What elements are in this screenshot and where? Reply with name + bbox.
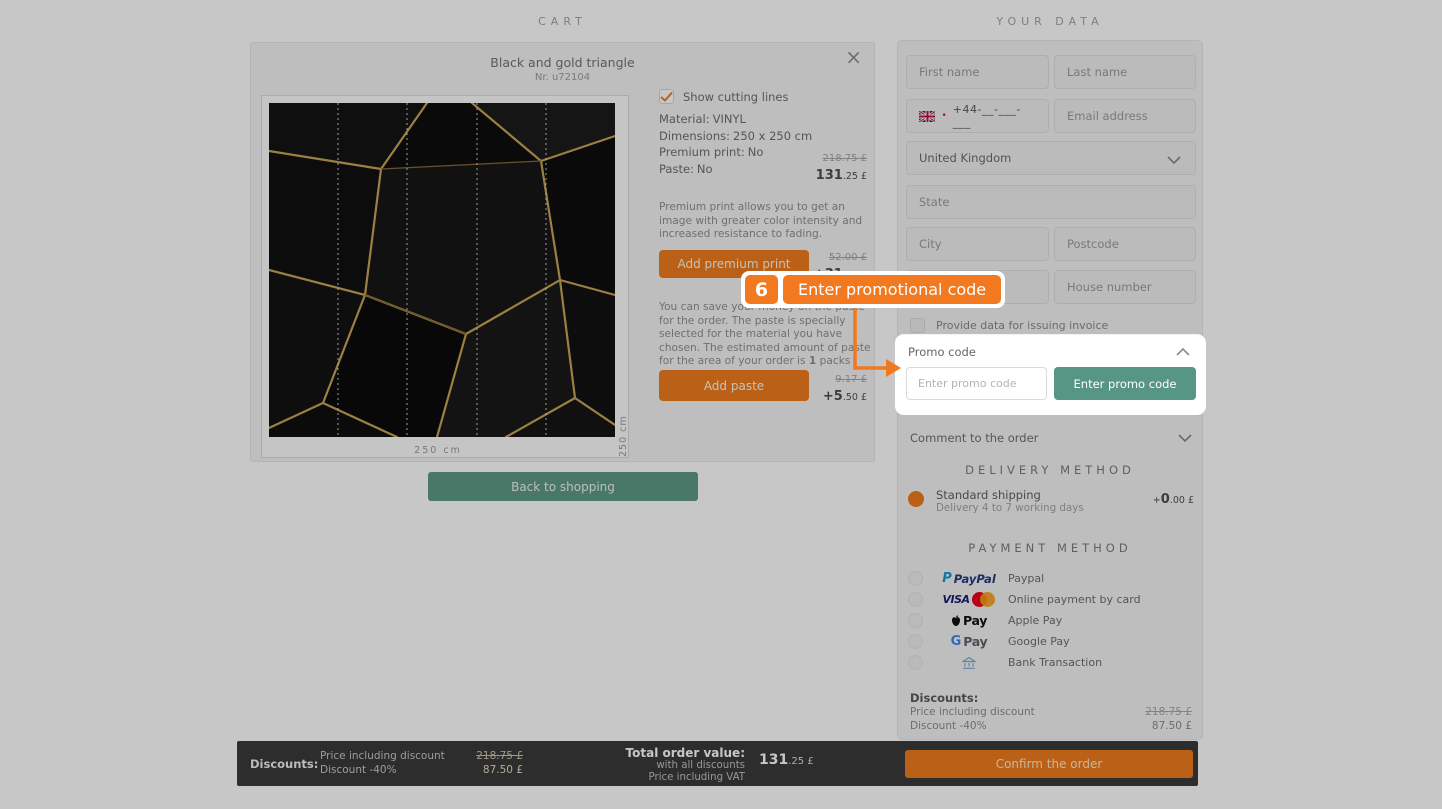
discounts-title: Discounts: [910, 691, 1192, 705]
radio-button[interactable] [908, 592, 923, 607]
cart-panel: × Black and gold triangle Nr. u72104 [250, 42, 875, 462]
enter-promo-code-button[interactable]: Enter promo code [1054, 367, 1196, 400]
item-new-price: 131 [816, 168, 843, 183]
house-number-field[interactable] [1054, 270, 1196, 304]
delivery-method-header: DELIVERY METHOD [898, 463, 1202, 477]
promo-code-input[interactable] [906, 367, 1047, 400]
phone-value: +44-__-___-___ [953, 103, 1036, 129]
postcode-field[interactable] [1054, 227, 1196, 261]
order-summary-bar: Discounts: Price including discount Disc… [237, 741, 1198, 786]
premium-print-description: Premium print allows you to get an image… [659, 201, 877, 242]
bar-total-amount: 131.25 £ [759, 749, 814, 768]
paste-price: 9.17 £ +5.50 £ [823, 374, 867, 404]
payment-method-header: PAYMENT METHOD [898, 541, 1202, 555]
radio-button[interactable] [908, 655, 923, 670]
discounts-summary: Discounts: Price including discount218.7… [910, 691, 1192, 733]
add-paste-button[interactable]: Add paste [659, 370, 809, 401]
uk-flag-icon [919, 111, 935, 122]
show-cutting-lines-row: Show cutting lines [659, 89, 789, 104]
product-image [269, 103, 615, 437]
bar-discount-labels: Price including discount Discount -40% [320, 750, 445, 777]
delivery-price: +0.00 £ [1153, 492, 1194, 507]
payment-option-label: Bank Transaction [1008, 656, 1102, 669]
chevron-down-icon [1167, 156, 1181, 164]
google-pay-logo-icon: GPay [938, 632, 1000, 651]
customer-data-panel: • +44-__-___-___ United Kingdom Provide … [897, 40, 1203, 740]
payment-option-label: Apple Pay [1008, 614, 1062, 627]
invoice-label: Provide data for issuing invoice [936, 319, 1108, 332]
detail-label: Premium print: [659, 145, 745, 159]
detail-label: Paste: [659, 162, 694, 176]
bar-total-labels: Total order value: with all discounts Pr… [615, 747, 745, 783]
height-dimension-label: 250 cm [618, 96, 629, 457]
chevron-up-icon[interactable] [1176, 348, 1190, 356]
detail-value: 250 x 250 cm [733, 129, 812, 143]
visa-mastercard-logo-icon: VISA [938, 590, 1000, 609]
payment-option-label: Online payment by card [1008, 593, 1141, 606]
detail-label: Material: [659, 112, 710, 126]
annotation-label: Enter promotional code [783, 275, 1001, 304]
payment-option-paypal[interactable]: PPayPal Paypal [908, 569, 1194, 589]
width-dimension-label: 250 cm [262, 445, 614, 456]
cutting-lines-label: Show cutting lines [683, 90, 789, 104]
radio-button[interactable] [908, 613, 923, 628]
check-icon [660, 91, 673, 102]
invoice-checkbox[interactable] [910, 318, 925, 333]
radio-selected-icon[interactable] [908, 491, 924, 507]
bank-transfer-icon [938, 653, 1000, 672]
country-value: United Kingdom [919, 151, 1011, 165]
detail-value: VINYL [713, 112, 746, 126]
checkout-page: CART YOUR DATA × Black and gold triangle… [0, 0, 1442, 809]
detail-label: Dimensions: [659, 129, 730, 143]
payment-option-apple-pay[interactable]: Pay Apple Pay [908, 611, 1194, 631]
cutting-lines-checkbox[interactable] [659, 89, 674, 104]
bar-discounts-title: Discounts: [250, 757, 318, 771]
first-name-field[interactable] [906, 55, 1049, 89]
bar-discount-values: 218.75 £ 87.50 £ [433, 750, 523, 777]
step-annotation: 6 Enter promotional code [741, 271, 1005, 308]
city-field[interactable] [906, 227, 1049, 261]
email-field[interactable] [1054, 99, 1196, 133]
payment-option-label: Google Pay [1008, 635, 1070, 648]
promo-code-section: Promo code Enter promo code [895, 335, 1206, 415]
item-price: 218.75 £ 131.25 £ [816, 153, 867, 183]
product-number: Nr. u72104 [251, 72, 874, 83]
radio-button[interactable] [908, 634, 923, 649]
product-title: Black and gold triangle [251, 55, 874, 70]
radio-button[interactable] [908, 571, 923, 586]
delivery-option-subtitle: Delivery 4 to 7 working days [936, 502, 1084, 514]
country-select[interactable]: United Kingdom [906, 141, 1196, 175]
apple-pay-logo-icon: Pay [938, 611, 1000, 630]
step-number: 6 [745, 275, 778, 304]
payment-option-label: Paypal [1008, 572, 1044, 585]
comment-label: Comment to the order [910, 431, 1038, 445]
your-data-section-header: YOUR DATA [897, 15, 1203, 28]
invoice-checkbox-row[interactable]: Provide data for issuing invoice [910, 318, 1108, 333]
delivery-option-title: Standard shipping [936, 488, 1041, 502]
detail-value: No [697, 162, 713, 176]
last-name-field[interactable] [1054, 55, 1196, 89]
back-to-shopping-button[interactable]: Back to shopping [428, 472, 698, 501]
item-old-price: 218.75 £ [816, 153, 867, 164]
payment-option-bank-transfer[interactable]: Bank Transaction [908, 653, 1194, 673]
chevron-down-icon [1178, 434, 1192, 442]
state-field[interactable] [906, 185, 1196, 219]
paypal-logo-icon: PPayPal [938, 569, 1000, 588]
phone-field[interactable]: • +44-__-___-___ [906, 99, 1049, 133]
comment-to-order-toggle[interactable]: Comment to the order [910, 431, 1192, 445]
confirm-order-button[interactable]: Confirm the order [905, 750, 1193, 778]
payment-option-google-pay[interactable]: GPay Google Pay [908, 632, 1194, 652]
promo-code-label: Promo code [908, 345, 976, 359]
detail-value: No [748, 145, 764, 159]
paste-description: You can save your money on the paste for… [659, 301, 877, 369]
product-preview: 250 cm 250 cm [261, 95, 629, 458]
cart-section-header: CART [250, 15, 875, 28]
apple-logo-icon [951, 615, 961, 627]
payment-option-card[interactable]: VISA Online payment by card [908, 590, 1194, 610]
phone-country-dot: • [941, 111, 946, 121]
